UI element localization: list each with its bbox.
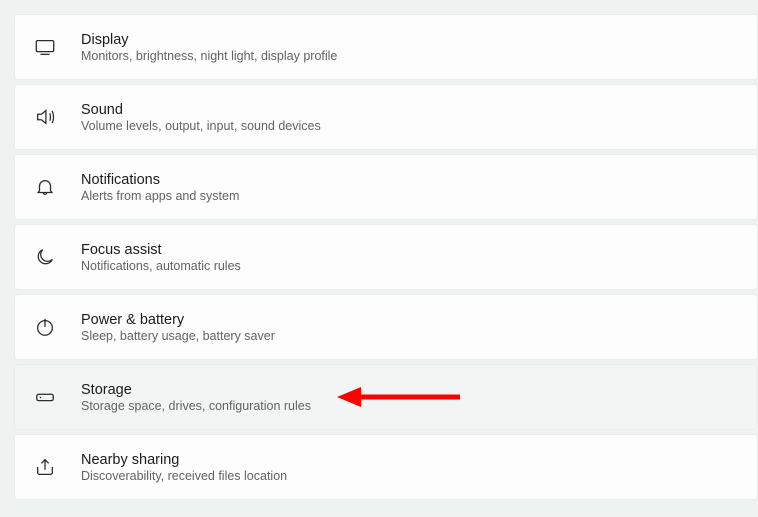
settings-item-power-battery[interactable]: Power & battery Sleep, battery usage, ba… (14, 294, 758, 360)
settings-item-storage[interactable]: Storage Storage space, drives, configura… (14, 364, 758, 430)
item-title: Notifications (81, 172, 239, 188)
settings-item-focus-assist[interactable]: Focus assist Notifications, automatic ru… (14, 224, 758, 290)
item-title: Display (81, 32, 337, 48)
item-desc: Alerts from apps and system (81, 189, 239, 203)
item-title: Nearby sharing (81, 452, 287, 468)
item-desc: Discoverability, received files location (81, 469, 287, 483)
settings-item-text: Sound Volume levels, output, input, soun… (81, 102, 321, 133)
settings-item-text: Focus assist Notifications, automatic ru… (81, 242, 241, 273)
settings-item-text: Power & battery Sleep, battery usage, ba… (81, 312, 275, 343)
display-icon (33, 35, 57, 59)
item-desc: Sleep, battery usage, battery saver (81, 329, 275, 343)
settings-item-text: Display Monitors, brightness, night ligh… (81, 32, 337, 63)
settings-item-notifications[interactable]: Notifications Alerts from apps and syste… (14, 154, 758, 220)
item-title: Sound (81, 102, 321, 118)
item-desc: Monitors, brightness, night light, displ… (81, 49, 337, 63)
settings-list: Display Monitors, brightness, night ligh… (0, 14, 758, 500)
item-desc: Volume levels, output, input, sound devi… (81, 119, 321, 133)
annotation-arrow-icon (335, 382, 465, 412)
item-title: Focus assist (81, 242, 241, 258)
sound-icon (33, 105, 57, 129)
bell-icon (33, 175, 57, 199)
share-icon (33, 455, 57, 479)
settings-item-display[interactable]: Display Monitors, brightness, night ligh… (14, 14, 758, 80)
settings-item-text: Nearby sharing Discoverability, received… (81, 452, 287, 483)
settings-item-sound[interactable]: Sound Volume levels, output, input, soun… (14, 84, 758, 150)
item-desc: Storage space, drives, configuration rul… (81, 399, 311, 413)
item-desc: Notifications, automatic rules (81, 259, 241, 273)
moon-icon (33, 245, 57, 269)
storage-icon (33, 385, 57, 409)
item-title: Storage (81, 382, 311, 398)
settings-item-text: Notifications Alerts from apps and syste… (81, 172, 239, 203)
item-title: Power & battery (81, 312, 275, 328)
settings-item-text: Storage Storage space, drives, configura… (81, 382, 311, 413)
settings-item-nearby-sharing[interactable]: Nearby sharing Discoverability, received… (14, 434, 758, 500)
power-icon (33, 315, 57, 339)
